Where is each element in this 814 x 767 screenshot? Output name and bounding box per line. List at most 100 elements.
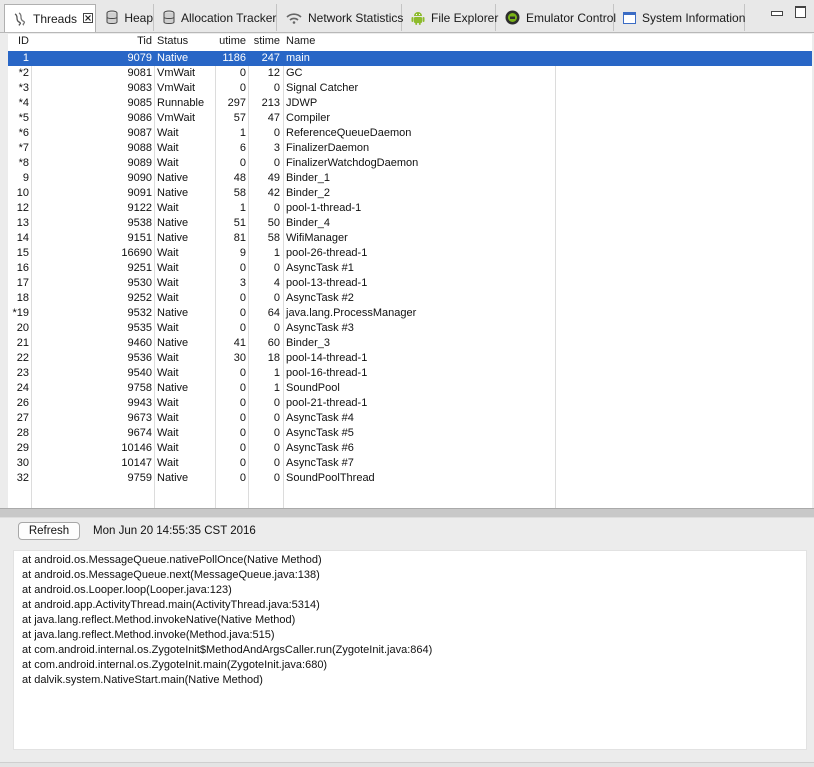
cell-utime: 41 — [233, 337, 246, 349]
table-row[interactable]: 32 9759 Native 0 0 SoundPoolThread — [8, 471, 812, 486]
cell-utime: 1 — [239, 202, 246, 214]
table-row[interactable]: 12 9122 Wait 1 0 pool-1-thread-1 — [8, 201, 812, 216]
column-header-name[interactable]: Name — [284, 34, 554, 49]
table-row[interactable]: 15 16690 Wait 9 1 pool-26-thread-1 — [8, 246, 812, 261]
cell-utime: 9 — [239, 247, 246, 259]
cell-utime: 1186 — [222, 52, 246, 64]
cell-utime: 0 — [239, 157, 246, 169]
heap-icon — [105, 10, 118, 26]
column-header-status[interactable]: Status — [155, 34, 215, 49]
cell-name: Binder_1 — [286, 172, 331, 184]
table-row[interactable]: 30 10147 Wait 0 0 AsyncTask #7 — [8, 456, 812, 471]
column-header-stime[interactable]: stime — [249, 34, 282, 49]
stack-trace-view[interactable]: at android.os.MessageQueue.nativePollOnc… — [13, 550, 807, 750]
table-row[interactable]: 22 9536 Wait 30 18 pool-14-thread-1 — [8, 351, 812, 366]
cell-stime: 58 — [267, 232, 280, 244]
cell-id: 16 — [16, 262, 29, 274]
stack-trace-line: at com.android.internal.os.ZygoteInit.ma… — [22, 659, 328, 671]
cell-name: Binder_2 — [286, 187, 331, 199]
table-row[interactable]: 23 9540 Wait 0 1 pool-16-thread-1 — [8, 366, 812, 381]
cell-status: Wait — [157, 427, 179, 439]
cell-status: Wait — [157, 397, 179, 409]
cell-status: Native — [157, 172, 189, 184]
cell-status: Runnable — [157, 97, 205, 109]
table-row[interactable]: *3 9083 VmWait 0 0 Signal Catcher — [8, 81, 812, 96]
emulator-control-icon — [505, 10, 520, 26]
tab-heap[interactable]: Heap — [97, 4, 154, 31]
table-row[interactable]: 14 9151 Native 81 58 WifiManager — [8, 231, 812, 246]
cell-stime: 0 — [273, 457, 280, 469]
cell-status: Native — [157, 217, 189, 229]
table-row[interactable]: 16 9251 Wait 0 0 AsyncTask #1 — [8, 261, 812, 276]
cell-tid: 10146 — [121, 442, 152, 454]
cell-id: 9 — [22, 172, 29, 184]
cell-stime: 0 — [273, 157, 280, 169]
table-row[interactable]: 26 9943 Wait 0 0 pool-21-thread-1 — [8, 396, 812, 411]
table-row[interactable]: *2 9081 VmWait 0 12 GC — [8, 66, 812, 81]
table-row[interactable]: *6 9087 Wait 1 0 ReferenceQueueDaemon — [8, 126, 812, 141]
table-row[interactable]: 29 10146 Wait 0 0 AsyncTask #6 — [8, 441, 812, 456]
cell-stime: 50 — [267, 217, 280, 229]
cell-id: 30 — [16, 457, 29, 469]
cell-stime: 1 — [273, 382, 280, 394]
cell-id: 29 — [16, 442, 29, 454]
cell-id: *7 — [18, 142, 29, 154]
table-row[interactable]: 21 9460 Native 41 60 Binder_3 — [8, 336, 812, 351]
cell-stime: 0 — [273, 292, 280, 304]
table-row[interactable]: 9 9090 Native 48 49 Binder_1 — [8, 171, 812, 186]
tab-system-information[interactable]: System Information — [615, 4, 745, 31]
cell-utime: 58 — [233, 187, 246, 199]
cell-tid: 9083 — [127, 82, 152, 94]
table-row[interactable]: 18 9252 Wait 0 0 AsyncTask #2 — [8, 291, 812, 306]
cell-id: 15 — [16, 247, 29, 259]
close-icon[interactable] — [83, 12, 94, 26]
cell-status: Native — [157, 232, 189, 244]
refresh-button[interactable]: Refresh — [18, 522, 80, 540]
cell-name: WifiManager — [286, 232, 348, 244]
cell-tid: 9758 — [127, 382, 152, 394]
cell-status: Wait — [157, 292, 179, 304]
table-row[interactable]: *7 9088 Wait 6 3 FinalizerDaemon — [8, 141, 812, 156]
table-row[interactable]: *19 9532 Native 0 64 java.lang.ProcessManager — [8, 306, 812, 321]
cell-tid: 9090 — [127, 172, 152, 184]
cell-stime: 1 — [273, 367, 280, 379]
cell-tid: 9089 — [127, 157, 152, 169]
cell-name: AsyncTask #4 — [286, 412, 354, 424]
table-row[interactable]: *8 9089 Wait 0 0 FinalizerWatchdogDaemon — [8, 156, 812, 171]
cell-tid: 9759 — [127, 472, 152, 484]
stack-trace-line: at java.lang.reflect.Method.invoke(Metho… — [22, 629, 275, 641]
pane-splitter[interactable] — [0, 508, 814, 518]
table-row[interactable]: 28 9674 Wait 0 0 AsyncTask #5 — [8, 426, 812, 441]
cell-stime: 0 — [273, 127, 280, 139]
column-header-id[interactable]: ID — [8, 34, 31, 49]
tab-file-explorer[interactable]: File Explorer — [403, 4, 498, 31]
table-row[interactable]: 13 9538 Native 51 50 Binder_4 — [8, 216, 812, 231]
cell-id: 14 — [16, 232, 29, 244]
tab-threads[interactable]: Threads — [4, 4, 96, 32]
tab-emulator-control[interactable]: Emulator Control — [497, 4, 616, 31]
maximize-icon[interactable] — [795, 6, 806, 20]
cell-id: 21 — [16, 337, 29, 349]
threads-table[interactable]: ID Tid Status utime stime Name 1 9079 Nati… — [8, 34, 812, 508]
column-header-utime[interactable]: utime — [216, 34, 248, 49]
cell-name: FinalizerWatchdogDaemon — [286, 157, 419, 169]
cell-status: VmWait — [157, 67, 196, 79]
table-row[interactable]: 17 9530 Wait 3 4 pool-13-thread-1 — [8, 276, 812, 291]
cell-status: Wait — [157, 442, 179, 454]
table-row[interactable]: *4 9085 Runnable 297 213 JDWP — [8, 96, 812, 111]
table-row[interactable]: 10 9091 Native 58 42 Binder_2 — [8, 186, 812, 201]
tab-allocation-tracker[interactable]: Allocation Tracker — [155, 4, 277, 31]
cell-id: 18 — [16, 292, 29, 304]
table-row[interactable]: *5 9086 VmWait 57 47 Compiler — [8, 111, 812, 126]
table-row[interactable]: 1 9079 Native 1186 247 main — [8, 51, 812, 66]
table-row[interactable]: 27 9673 Wait 0 0 AsyncTask #4 — [8, 411, 812, 426]
cell-status: Native — [157, 472, 189, 484]
table-row[interactable]: 20 9535 Wait 0 0 AsyncTask #3 — [8, 321, 812, 336]
cell-status: VmWait — [157, 112, 196, 124]
minimize-icon[interactable] — [771, 6, 783, 20]
tab-network-statistics[interactable]: Network Statistics — [278, 4, 403, 31]
cell-name: AsyncTask #7 — [286, 457, 354, 469]
table-row[interactable]: 24 9758 Native 0 1 SoundPool — [8, 381, 812, 396]
cell-name: AsyncTask #6 — [286, 442, 354, 454]
column-header-tid[interactable]: Tid — [31, 34, 154, 49]
